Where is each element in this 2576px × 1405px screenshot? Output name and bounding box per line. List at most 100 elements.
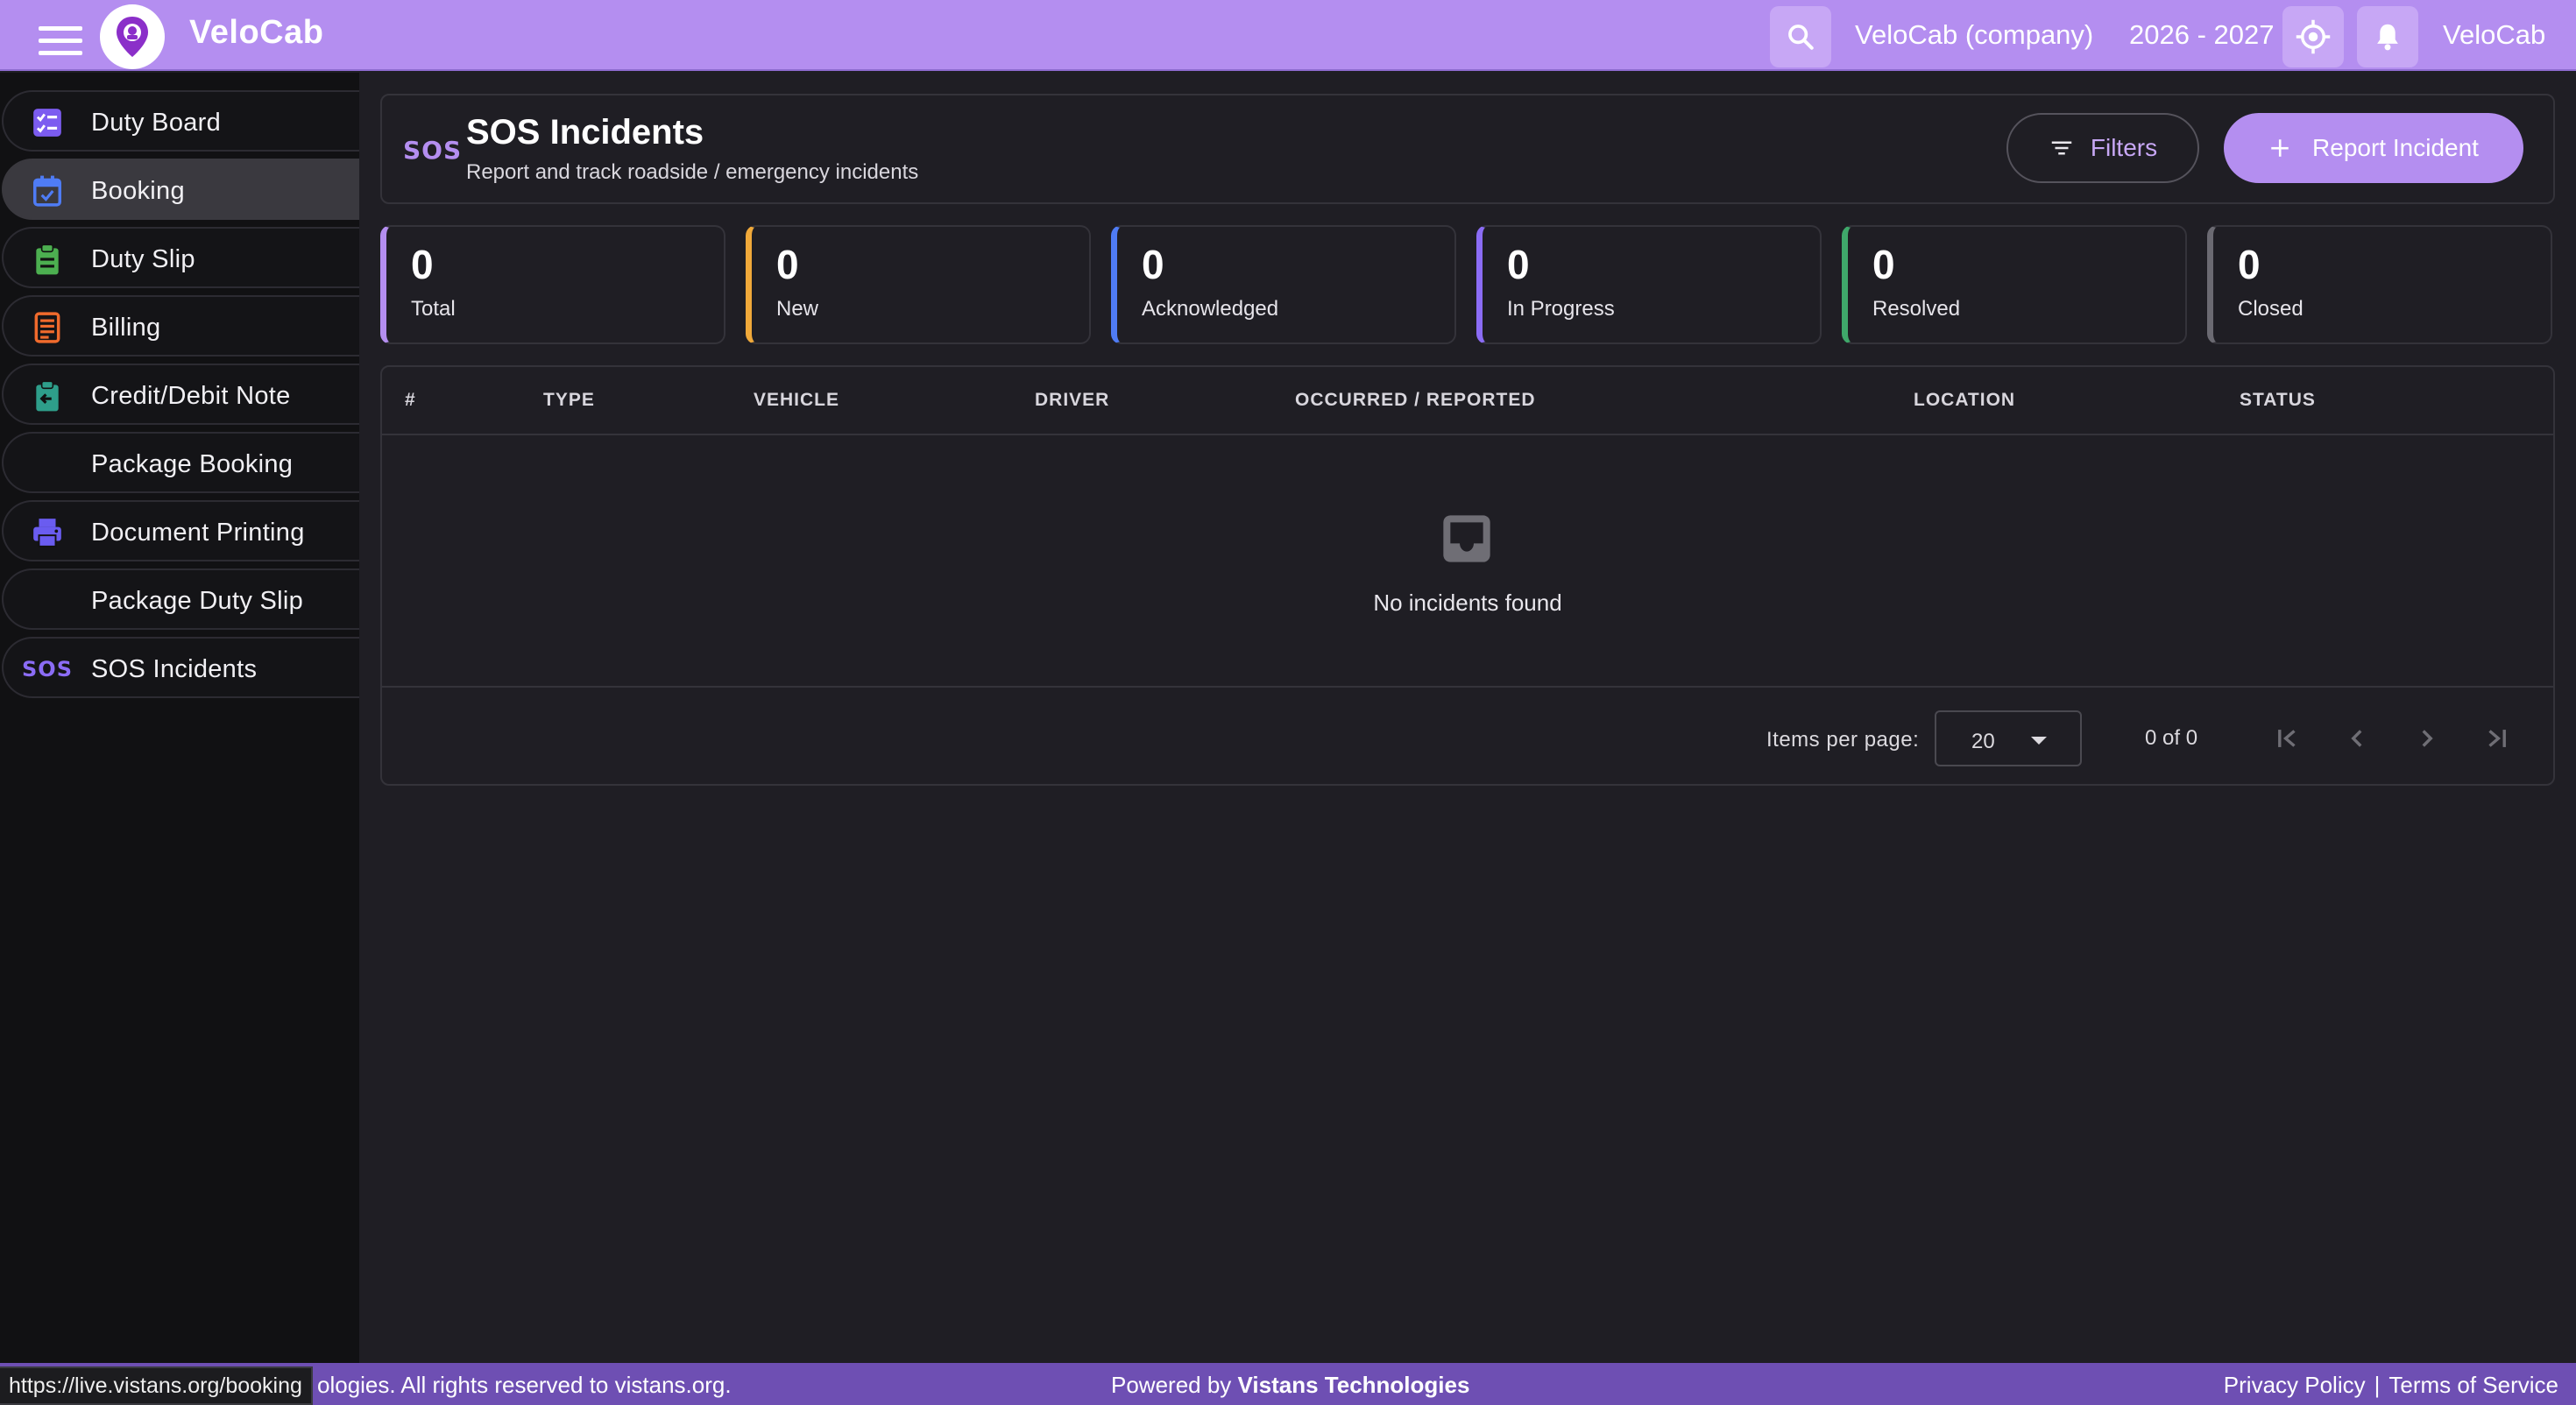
fiscal-year-selector[interactable]: 2026 - 2027	[2129, 19, 2274, 51]
gps-target-icon	[2296, 19, 2331, 54]
column-header-location[interactable]: LOCATION	[1914, 390, 2015, 411]
clipboard-icon	[30, 243, 65, 276]
empty-state-message: No incidents found	[1373, 590, 1562, 616]
printer-icon	[30, 516, 65, 549]
table-header: # TYPE VEHICLE DRIVER OCCURRED / REPORTE…	[382, 367, 2553, 435]
stat-value: 0	[1872, 242, 1895, 287]
privacy-policy-link[interactable]: Privacy Policy	[2224, 1372, 2366, 1398]
chevron-down-icon	[2031, 737, 2047, 745]
terms-of-service-link[interactable]: Terms of Service	[2388, 1372, 2558, 1398]
top-bar: VeloCab VeloCab (company) 2026 - 2027 Ve…	[0, 0, 2576, 71]
last-page-icon	[2488, 730, 2506, 747]
filters-label: Filters	[2090, 134, 2158, 161]
stat-label: Total	[411, 297, 456, 321]
sidebar-item-label: Package Booking	[91, 450, 294, 478]
powered-by: Powered by Vistans Technologies	[1111, 1372, 1469, 1399]
sidebar-item-package-booking[interactable]: Package Booking	[2, 432, 359, 493]
sidebar-item-document-printing[interactable]: Document Printing	[2, 500, 359, 561]
stat-card-resolved[interactable]: 0 Resolved	[1842, 225, 2187, 344]
filter-icon	[2051, 141, 2072, 155]
chevron-left-icon	[2351, 730, 2362, 747]
brand-name: VeloCab	[189, 14, 324, 51]
status-bar-url: https://live.vistans.org/booking	[0, 1366, 313, 1405]
sidebar-item-label: SOS Incidents	[91, 655, 258, 683]
clipboard-return-icon	[30, 379, 65, 413]
stat-card-total[interactable]: 0 Total	[380, 225, 725, 344]
footer-links: Privacy Policy | Terms of Service	[2224, 1372, 2558, 1399]
footer-separator: |	[2374, 1372, 2381, 1398]
sidebar-item-label: Duty Board	[91, 109, 222, 137]
stat-card-closed[interactable]: 0 Closed	[2207, 225, 2552, 344]
search-icon	[1788, 25, 1814, 50]
next-page-button[interactable]	[2403, 714, 2452, 763]
footer: ologies. All rights reserved to vistans.…	[0, 1363, 2576, 1405]
stat-label: New	[776, 297, 819, 321]
stat-label: Acknowledged	[1142, 297, 1279, 321]
sos-icon: SOS	[22, 657, 73, 681]
items-per-page-label: Items per page:	[1766, 728, 1920, 752]
stat-label: In Progress	[1507, 297, 1615, 321]
column-header-status[interactable]: STATUS	[2240, 390, 2316, 411]
menu-icon[interactable]	[39, 26, 82, 58]
sidebar-item-billing[interactable]: Billing	[2, 295, 359, 357]
first-page-icon	[2278, 730, 2296, 747]
sidebar: Duty Board Booking Duty Slip Billing Cre…	[0, 73, 359, 1363]
stat-label: Closed	[2238, 297, 2304, 321]
stat-card-acknowledged[interactable]: 0 Acknowledged	[1111, 225, 1456, 344]
powered-by-prefix: Powered by	[1111, 1372, 1232, 1398]
column-header-type[interactable]: TYPE	[543, 390, 595, 411]
sidebar-item-sos-incidents[interactable]: SOS SOS Incidents	[2, 637, 359, 698]
search-button[interactable]	[1770, 6, 1831, 67]
calendar-check-icon	[30, 174, 65, 208]
sidebar-item-package-duty-slip[interactable]: Package Duty Slip	[2, 568, 359, 630]
last-page-button[interactable]	[2473, 714, 2522, 763]
stat-card-in-progress[interactable]: 0 In Progress	[1476, 225, 1822, 344]
inbox-icon	[1443, 515, 1490, 562]
page-title: SOS Incidents	[466, 113, 704, 152]
column-header-number[interactable]: #	[405, 390, 416, 411]
sidebar-item-credit-debit-note[interactable]: Credit/Debit Note	[2, 364, 359, 425]
page-subtitle: Report and track roadside / emergency in…	[466, 160, 919, 184]
report-incident-button[interactable]: Report Incident	[2224, 113, 2523, 183]
page-header: SOS SOS Incidents Report and track roads…	[380, 94, 2555, 204]
sidebar-item-duty-board[interactable]: Duty Board	[2, 90, 359, 152]
column-header-occurred-reported[interactable]: OCCURRED / REPORTED	[1295, 390, 1536, 411]
location-button[interactable]	[2282, 6, 2344, 67]
bell-icon	[2377, 24, 2398, 51]
sidebar-item-label: Duty Slip	[91, 245, 195, 273]
incidents-table: # TYPE VEHICLE DRIVER OCCURRED / REPORTE…	[380, 365, 2555, 786]
paginator: Items per page: 20 0 of 0	[382, 686, 2553, 786]
plus-icon	[2271, 139, 2289, 157]
company-selector[interactable]: VeloCab (company)	[1855, 19, 2093, 51]
powered-by-link[interactable]: Vistans Technologies	[1238, 1372, 1470, 1398]
sidebar-item-label: Document Printing	[91, 519, 305, 547]
first-page-button[interactable]	[2262, 714, 2311, 763]
items-per-page-value: 20	[1971, 730, 1995, 753]
filters-button[interactable]: Filters	[2006, 113, 2199, 183]
report-incident-label: Report Incident	[2312, 134, 2479, 161]
sidebar-item-label: Credit/Debit Note	[91, 382, 291, 410]
brand-logo[interactable]	[100, 4, 165, 69]
items-per-page-select[interactable]: 20	[1935, 710, 2082, 766]
logo-pin-icon	[117, 17, 148, 57]
stat-card-new[interactable]: 0 New	[746, 225, 1091, 344]
column-header-driver[interactable]: DRIVER	[1035, 390, 1109, 411]
stat-value: 0	[1142, 242, 1164, 287]
sidebar-item-duty-slip[interactable]: Duty Slip	[2, 227, 359, 288]
sidebar-item-label: Booking	[91, 177, 185, 205]
stat-label: Resolved	[1872, 297, 1961, 321]
sidebar-item-booking[interactable]: Booking	[2, 159, 359, 220]
sos-icon: SOS	[403, 136, 463, 165]
page-range-label: 0 of 0	[2145, 726, 2198, 750]
column-header-vehicle[interactable]: VEHICLE	[754, 390, 839, 411]
notifications-button[interactable]	[2357, 6, 2418, 67]
chevron-right-icon	[2422, 730, 2433, 747]
previous-page-button[interactable]	[2332, 714, 2381, 763]
stat-value: 0	[2238, 242, 2261, 287]
user-menu[interactable]: VeloCab	[2443, 19, 2545, 51]
stat-value: 0	[411, 242, 434, 287]
receipt-icon	[30, 311, 65, 344]
stat-value: 0	[1507, 242, 1530, 287]
sidebar-item-label: Billing	[91, 314, 161, 342]
checklist-icon	[30, 106, 65, 139]
